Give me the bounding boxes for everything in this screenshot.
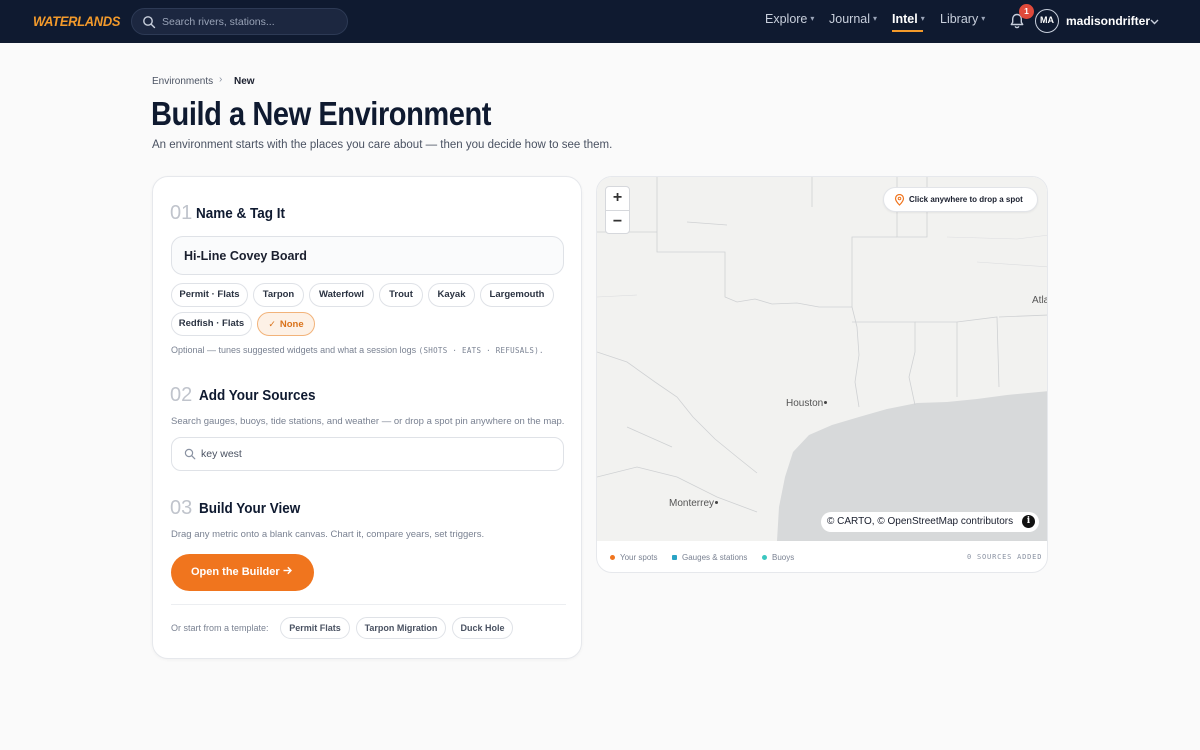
template-label: Or start from a template: <box>171 623 269 633</box>
legend-gauges: Gauges & stations <box>672 553 747 562</box>
map-attribution: © CARTO, © OpenStreetMap contributors i <box>821 512 1039 532</box>
nav-explore-label: Explore <box>765 12 808 26</box>
legend-dot <box>610 555 615 560</box>
step-number: 01 <box>170 202 193 224</box>
template-chip[interactable]: Duck Hole <box>452 617 513 639</box>
city-name: Atla <box>1032 295 1048 306</box>
nav-journal-label: Journal <box>829 12 870 26</box>
nav-intel[interactable]: Intel ▾ <box>892 12 925 26</box>
step-title: Build Your View <box>199 500 301 517</box>
step-title: Name & Tag It <box>196 205 286 222</box>
active-nav-indicator <box>892 30 923 32</box>
top-navbar: WATERLANDS Search rivers, stations... Ex… <box>0 0 1200 43</box>
zoom-out-button[interactable]: − <box>606 211 629 234</box>
chevron-down-icon[interactable] <box>1149 16 1160 27</box>
template-chip[interactable]: Tarpon Migration <box>356 617 446 639</box>
legend-label: Gauges & stations <box>682 553 748 562</box>
step-title: Add Your Sources <box>199 387 316 404</box>
tag-chip[interactable]: Kayak <box>428 283 475 307</box>
city-label: Atla <box>1032 295 1048 306</box>
logo[interactable]: WATERLANDS <box>33 13 120 29</box>
environment-name-field[interactable]: Hi-Line Covey Board <box>171 236 564 275</box>
city-label: Houston <box>786 398 828 409</box>
chevron-down-icon: ▾ <box>981 14 986 23</box>
template-chip[interactable]: Permit Flats <box>280 617 350 639</box>
tag-chip[interactable]: Largemouth <box>480 283 554 307</box>
notification-badge: 1 <box>1019 4 1034 19</box>
city-name: Houston <box>786 398 824 409</box>
drop-spot-text: Click anywhere to drop a spot <box>909 195 1023 204</box>
city-label: Monterrey <box>669 498 719 509</box>
tag-chip[interactable]: Permit · Flats <box>171 283 248 307</box>
check-icon: ✓ <box>268 319 276 329</box>
chevron-down-icon: ▾ <box>810 14 815 23</box>
city-name: Monterrey <box>669 498 715 509</box>
page-subtitle: An environment starts with the places yo… <box>152 139 613 151</box>
city-dot <box>715 501 719 504</box>
tag-hint-mono: (SHOTS · EATS · REFUSALS). <box>418 346 544 355</box>
legend-label: Buoys <box>772 553 795 562</box>
search-placeholder: Search rivers, stations... <box>162 16 275 28</box>
tag-chip[interactable]: Waterfowl <box>309 283 374 307</box>
breadcrumb-separator: › <box>219 74 223 85</box>
open-builder-label: Open the Builder <box>191 566 280 578</box>
breadcrumb-current: New <box>234 76 255 87</box>
legend-buoys: Buoys <box>762 553 794 562</box>
tag-hint: Optional — tunes suggested widgets and w… <box>171 345 544 355</box>
nav-journal[interactable]: Journal ▾ <box>829 12 877 26</box>
map-canvas[interactable]: + − Click anywhere to drop a spot Housto… <box>597 177 1048 541</box>
source-search-input[interactable]: key west <box>171 437 564 471</box>
arrow-right-icon <box>283 566 292 575</box>
sources-hint: Search gauges, buoys, tide stations, and… <box>171 416 565 427</box>
info-icon[interactable]: i <box>1022 515 1035 528</box>
tag-chip[interactable]: Tarpon <box>253 283 304 307</box>
zoom-in-button[interactable]: + <box>606 187 629 210</box>
environment-name-value: Hi-Line Covey Board <box>184 249 307 263</box>
nav-library[interactable]: Library ▾ <box>940 12 985 26</box>
selected-tag-label: None <box>279 319 304 330</box>
chevron-down-icon: ▾ <box>873 14 878 23</box>
city-dot <box>824 401 828 404</box>
chevron-down-icon: ▾ <box>920 14 925 23</box>
global-search-input[interactable]: Search rivers, stations... <box>131 8 348 35</box>
tag-hint-text: Optional — tunes suggested widgets and w… <box>171 345 417 355</box>
tag-chip[interactable]: Redfish · Flats <box>171 312 252 336</box>
map-card: + − Click anywhere to drop a spot Housto… <box>596 176 1048 573</box>
nav-explore[interactable]: Explore ▾ <box>765 12 814 26</box>
sources-added-count: 0 SOURCES ADDED <box>967 553 1043 561</box>
search-icon <box>143 16 156 29</box>
nav-intel-label: Intel <box>892 12 918 26</box>
basemap <box>597 177 1047 541</box>
nav-library-label: Library <box>940 12 979 26</box>
open-builder-button[interactable]: Open the Builder <box>171 554 314 591</box>
page-title: Build a New Environment <box>151 95 492 132</box>
map-pin-icon <box>894 194 905 206</box>
view-hint: Drag any metric onto a blank canvas. Cha… <box>171 529 485 540</box>
tag-chip[interactable]: Trout <box>379 283 423 307</box>
divider <box>171 604 566 605</box>
drop-spot-hint: Click anywhere to drop a spot <box>883 187 1038 212</box>
step-number: 02 <box>170 384 193 406</box>
legend-square <box>672 555 677 560</box>
tag-chip-selected[interactable]: ✓ None <box>257 312 315 336</box>
avatar[interactable]: MA <box>1035 9 1059 33</box>
legend-label: Your spots <box>620 553 658 562</box>
breadcrumb-environments[interactable]: Environments <box>152 76 213 87</box>
username[interactable]: madisondrifter <box>1066 14 1150 28</box>
legend-dot <box>762 555 767 560</box>
legend-your-spots: Your spots <box>610 553 658 562</box>
search-icon <box>184 448 196 460</box>
step-number: 03 <box>170 497 193 519</box>
attribution-text[interactable]: © CARTO, © OpenStreetMap contributors <box>827 516 1013 527</box>
zoom-control: + − <box>605 186 630 234</box>
source-search-value: key west <box>201 448 242 460</box>
